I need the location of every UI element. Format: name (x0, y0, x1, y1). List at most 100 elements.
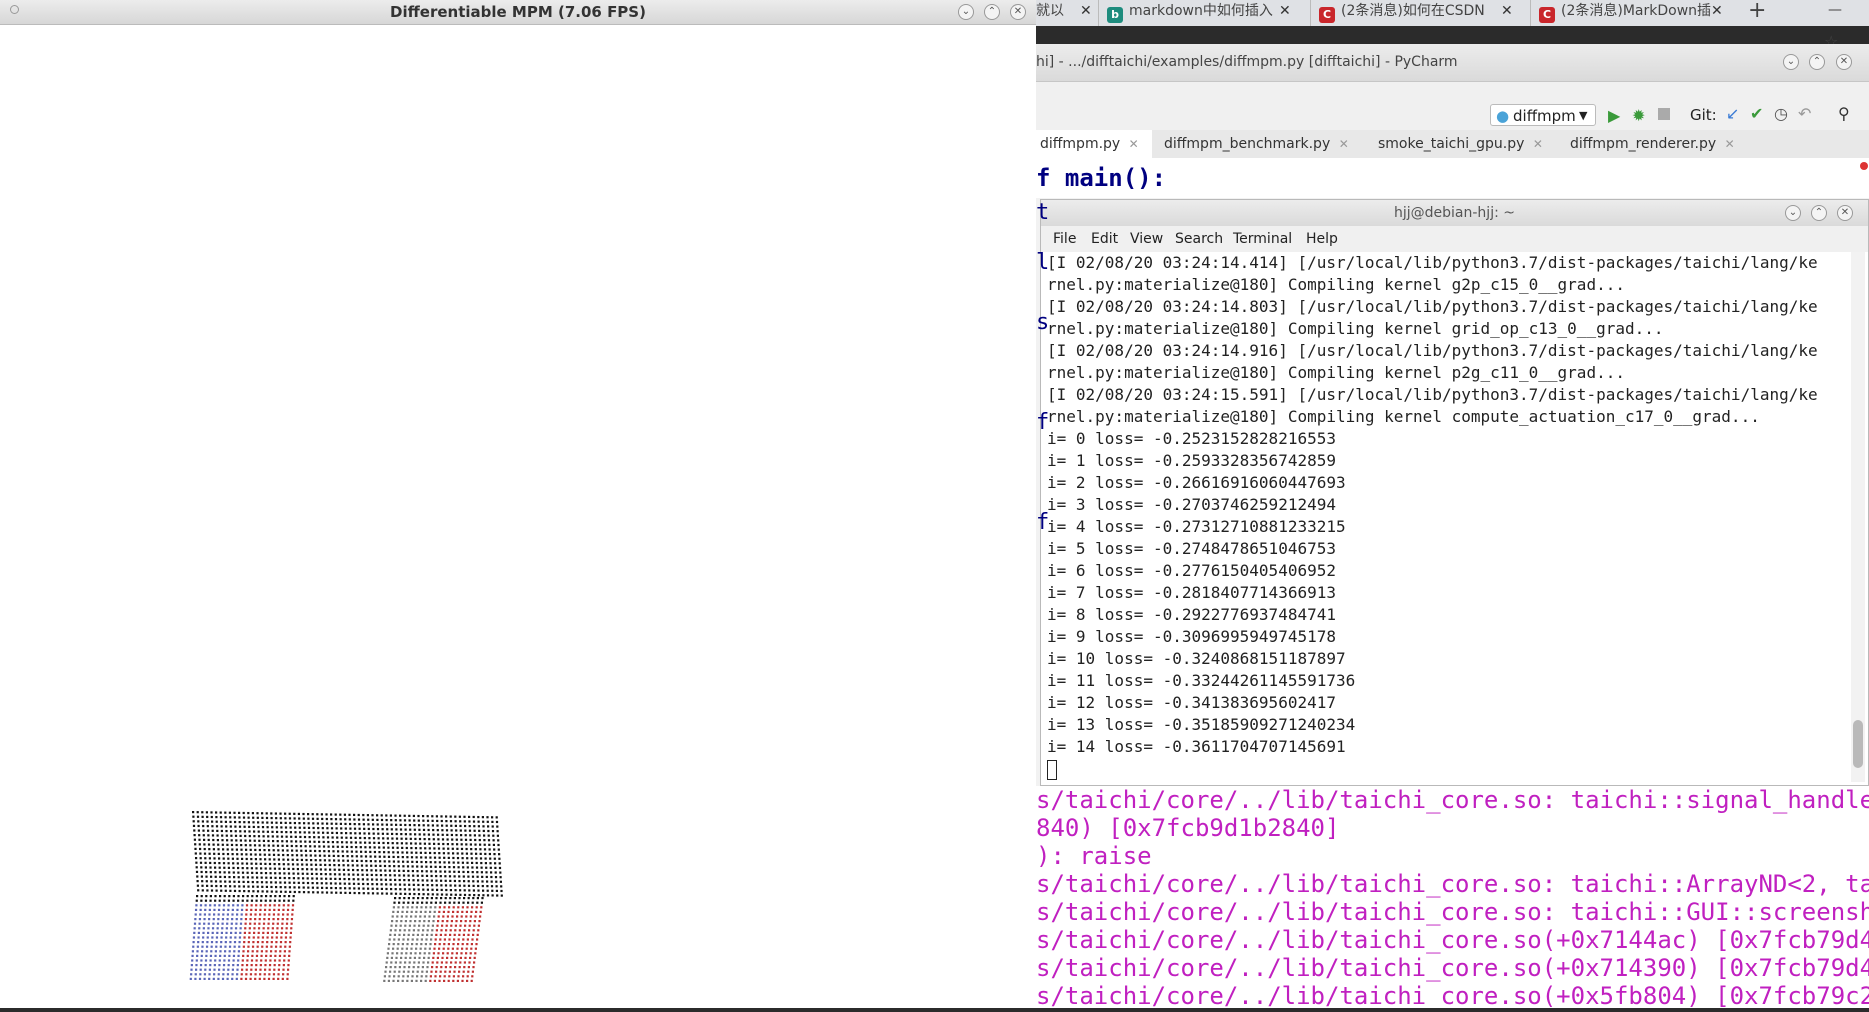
close-tab-icon[interactable]: ✕ (1533, 137, 1543, 151)
minimize-button[interactable]: ⌄ (958, 4, 974, 20)
run-icon[interactable]: ▶ (1608, 106, 1620, 125)
minimize-button[interactable]: ⌄ (1785, 205, 1801, 221)
stop-icon[interactable] (1658, 108, 1670, 120)
menu-search[interactable]: Search (1175, 231, 1223, 247)
browser-tab[interactable]: b markdown中如何插入 ✕ (1098, 0, 1298, 26)
terminal-line: i= 0 loss= -0.2523152828216553 (1047, 429, 1336, 448)
maximize-button[interactable]: ⌃ (1811, 205, 1827, 221)
terminal-window: hjj@debian-hjj: ~ ⌄ ⌃ ✕ File Edit View S… (1040, 199, 1869, 786)
editor-tab-label: diffmpm.py (1040, 136, 1121, 152)
pycharm-title: hi] - .../difftaichi/examples/diffmpm.py… (1036, 54, 1458, 70)
browser-minimize-button[interactable]: — (1828, 2, 1842, 18)
editor-tab-benchmark[interactable]: diffmpm_benchmark.py ✕ (1160, 130, 1354, 158)
editor-tab-label: diffmpm_benchmark.py (1164, 136, 1331, 152)
gutter-char: f (1036, 510, 1050, 535)
terminal-line: rnel.py:materialize@180] Compiling kerne… (1047, 407, 1760, 426)
terminal-line: i= 12 loss= -0.341383695602417 (1047, 693, 1336, 712)
tab-label: (2条消息)如何在CSDN (1341, 3, 1485, 19)
terminal-line: rnel.py:materialize@180] Compiling kerne… (1047, 275, 1625, 294)
new-tab-button[interactable]: + (1748, 0, 1772, 26)
search-icon[interactable]: ⚲ (1838, 104, 1850, 123)
code-editor[interactable]: f main(): (1036, 158, 1869, 198)
terminal-line: i= 13 loss= -0.35185909271240234 (1047, 715, 1356, 734)
close-tab-icon[interactable]: ✕ (1080, 0, 1092, 22)
scrollbar-thumb[interactable] (1853, 720, 1863, 768)
terminal-line: i= 14 loss= -0.3611704707145691 (1047, 737, 1346, 756)
mpm-window-title: Differentiable MPM (7.06 FPS) (390, 3, 646, 21)
terminal-line: i= 9 loss= -0.3096995949745178 (1047, 627, 1336, 646)
stack-trace-output: s/taichi/core/../lib/taichi_core.so: tai… (1036, 786, 1869, 1008)
terminal-titlebar[interactable]: hjj@debian-hjj: ~ ⌄ ⌃ ✕ (1041, 200, 1868, 226)
mpm-window: Differentiable MPM (7.06 FPS) ⌄ ⌃ ✕ (0, 0, 1036, 1008)
terminal-output[interactable]: [I 02/08/20 03:24:14.414] [/usr/local/li… (1047, 252, 1847, 782)
stack-trace-line: s/taichi/core/../lib/taichi_core.so: tai… (1036, 786, 1869, 814)
browser-tab[interactable]: C (2条消息)如何在CSDN ✕ (1310, 0, 1520, 26)
browser-tab[interactable]: C (2条消息)MarkDown插 ✕ (1530, 0, 1730, 26)
terminal-line: [I 02/08/20 03:24:14.803] [/usr/local/li… (1047, 297, 1818, 316)
gutter-char: f (1036, 410, 1050, 435)
menu-help[interactable]: Help (1306, 231, 1338, 247)
close-tab-icon[interactable]: ✕ (1711, 0, 1723, 22)
mpm-titlebar[interactable]: Differentiable MPM (7.06 FPS) ⌄ ⌃ ✕ (0, 0, 1036, 25)
terminal-menubar: File Edit View Search Terminal Help (1041, 226, 1868, 252)
menu-view[interactable]: View (1130, 231, 1163, 247)
minimize-button[interactable]: ⌄ (1783, 54, 1799, 70)
chevron-down-icon: ▼ (1579, 109, 1588, 122)
terminal-line: i= 2 loss= -0.26616916060447693 (1047, 473, 1346, 492)
terminal-line: i= 3 loss= -0.2703746259212494 (1047, 495, 1336, 514)
editor-tab-smoke[interactable]: smoke_taichi_gpu.py ✕ (1374, 130, 1558, 158)
terminal-line: i= 10 loss= -0.3240868151187897 (1047, 649, 1346, 668)
menu-terminal[interactable]: Terminal (1233, 231, 1292, 247)
close-tab-icon[interactable]: ✕ (1501, 0, 1513, 22)
error-indicator[interactable] (1860, 162, 1868, 170)
git-commit-icon[interactable]: ✔ (1750, 104, 1763, 123)
gutter-char: s (1036, 310, 1050, 335)
editor-tab-diffmpm[interactable]: diffmpm.py ✕ (1036, 130, 1152, 158)
editor-tab-label: diffmpm_renderer.py (1570, 136, 1717, 152)
menu-edit[interactable]: Edit (1091, 231, 1118, 247)
stack-trace-line: 840) [0x7fcb9d1b2840] (1036, 814, 1340, 842)
editor-tab-label: smoke_taichi_gpu.py (1378, 136, 1525, 152)
browser-tab-strip: 就以 ✕ b markdown中如何插入 ✕ C (2条消息)如何在CSDN ✕ C… (1036, 0, 1869, 51)
git-revert-icon[interactable]: ↶ (1798, 104, 1811, 123)
pycharm-titlebar[interactable]: hi] - .../difftaichi/examples/diffmpm.py… (1036, 44, 1869, 82)
terminal-line: i= 6 loss= -0.2776150405406952 (1047, 561, 1336, 580)
terminal-line: [I 02/08/20 03:24:15.591] [/usr/local/li… (1047, 385, 1818, 404)
stack-trace-line: s/taichi/core/../lib/taichi_core.so: tai… (1036, 898, 1869, 926)
stack-trace-line: s/taichi/core/../lib/taichi_core.so(+0x7… (1036, 954, 1869, 982)
terminal-line: i= 4 loss= -0.27312710881233215 (1047, 517, 1346, 536)
debug-icon[interactable]: ✹ (1632, 106, 1645, 125)
git-history-icon[interactable]: ◷ (1774, 104, 1788, 123)
close-button[interactable]: ✕ (1837, 205, 1853, 221)
gutter-char: l (1036, 250, 1050, 275)
bing-icon: b (1107, 7, 1123, 23)
browser-tab[interactable]: 就以 ✕ (1036, 0, 1102, 26)
terminal-line: i= 11 loss= -0.33244261145591736 (1047, 671, 1356, 690)
menu-file[interactable]: File (1053, 231, 1076, 247)
run-config-label: diffmpm (1513, 107, 1576, 125)
close-tab-icon[interactable]: ✕ (1725, 137, 1735, 151)
stack-trace-line: s/taichi/core/../lib/taichi_core.so(+0x5… (1036, 982, 1869, 1008)
terminal-scrollbar[interactable] (1851, 252, 1865, 782)
terminal-line: i= 1 loss= -0.2593328356742859 (1047, 451, 1336, 470)
git-label: Git: (1690, 106, 1717, 124)
maximize-button[interactable]: ⌃ (1809, 54, 1825, 70)
gutter-char: t (1036, 200, 1050, 225)
tab-label: markdown中如何插入 (1129, 3, 1273, 19)
terminal-line: i= 5 loss= -0.2748478651046753 (1047, 539, 1336, 558)
run-config-select[interactable]: ● diffmpm ▼ (1490, 104, 1596, 126)
code-line: f main(): (1036, 164, 1167, 192)
close-tab-icon[interactable]: ✕ (1279, 0, 1291, 22)
close-tab-icon[interactable]: ✕ (1129, 137, 1139, 151)
close-tab-icon[interactable]: ✕ (1339, 137, 1349, 151)
terminal-line: [I 02/08/20 03:24:14.916] [/usr/local/li… (1047, 341, 1818, 360)
terminal-line: rnel.py:materialize@180] Compiling kerne… (1047, 363, 1625, 382)
git-update-icon[interactable]: ↙ (1726, 104, 1739, 123)
close-button[interactable]: ✕ (1010, 4, 1026, 20)
tab-label: (2条消息)MarkDown插 (1561, 3, 1712, 19)
maximize-button[interactable]: ⌃ (984, 4, 1000, 20)
tab-label: 就以 (1036, 3, 1064, 19)
editor-tab-renderer[interactable]: diffmpm_renderer.py ✕ (1566, 130, 1760, 158)
close-button[interactable]: ✕ (1836, 54, 1852, 70)
stack-trace-line: s/taichi/core/../lib/taichi_core.so: tai… (1036, 870, 1869, 898)
